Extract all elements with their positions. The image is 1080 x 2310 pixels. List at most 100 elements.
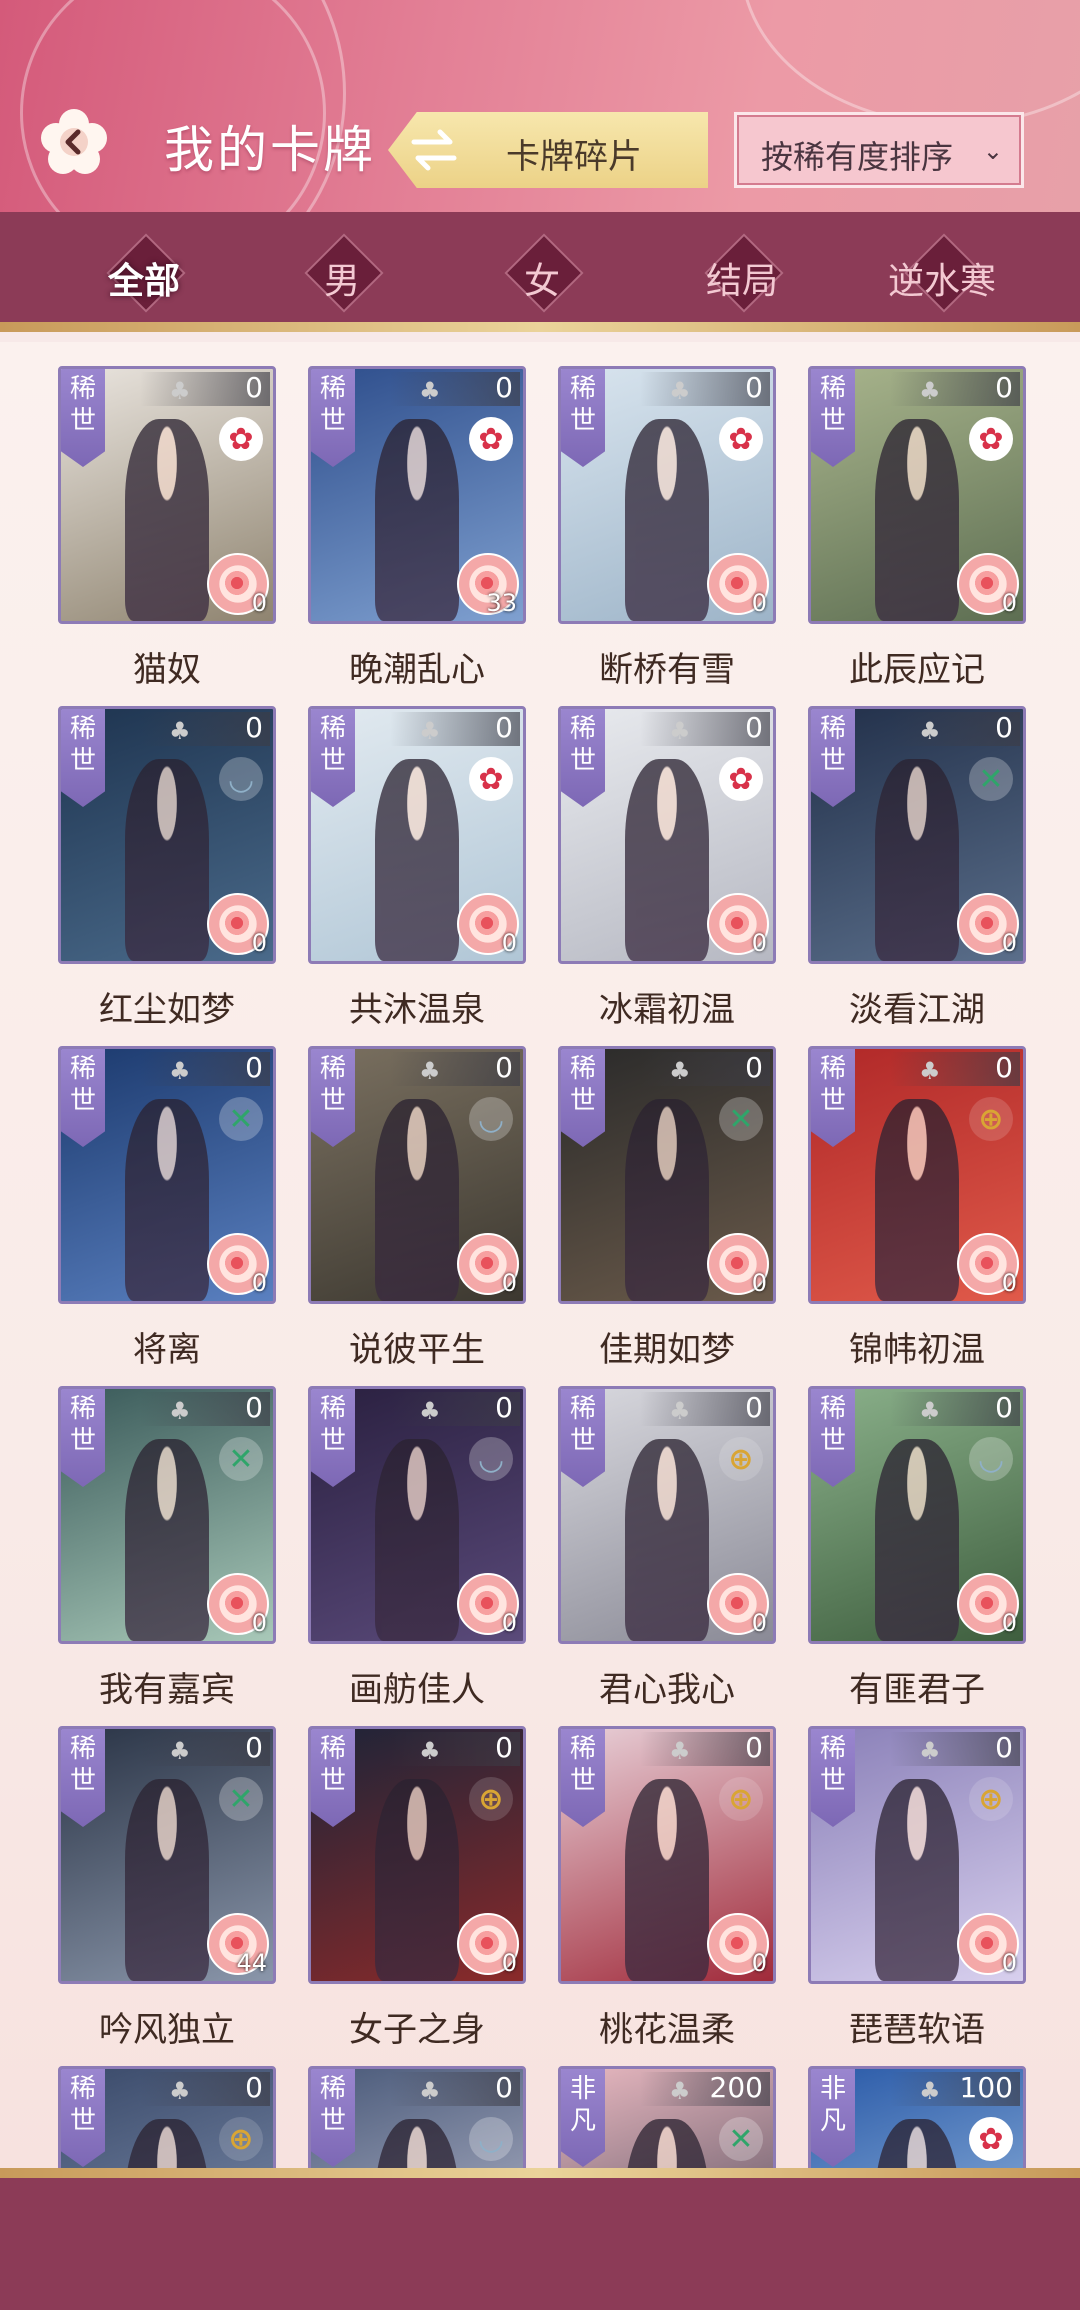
card-item[interactable]: 稀世 ♣ 0 ◡ [308,2066,526,2168]
card-count: 0 [745,371,763,404]
badge-count: 0 [1001,589,1017,617]
card-count: 0 [245,2071,263,2104]
tab-female[interactable]: 女 [462,230,622,313]
card-item[interactable]: 稀世 ♣ 0 ✿ 0 猫奴 [58,366,276,690]
card-grid: 稀世 ♣ 0 ✿ 0 猫奴 稀世 ♣ 0 ✿ 33 晚潮乱心 稀 世 ♣ 0 ✿… [0,342,1080,2168]
card-item[interactable]: 稀世 ♣ 0 ✿ 0 此辰应记 [808,366,1026,690]
card-art: 稀世 ♣ 0 ⊕ [58,2066,276,2168]
flower-element-icon: ✿ [469,757,513,801]
coin-element-icon: ⊕ [969,1097,1013,1141]
rarity-label: 稀世 [817,713,849,777]
rarity-char: 稀世 [319,1054,346,1116]
card-art: 稀世 ♣ 0 ✕ 0 [58,1046,276,1304]
tab-nishuihan[interactable]: 逆水寒 [862,230,1022,313]
card-item[interactable]: 稀世 ♣ 0 ✕ 0 将离 [58,1046,276,1370]
card-item[interactable]: 稀世 ♣ 0 ◡ 0 画舫佳人 [308,1386,526,1710]
character-illustration [624,759,710,961]
character-illustration [124,419,210,621]
tab-all[interactable]: 全部 [64,230,224,313]
club-icon: ♣ [669,377,691,405]
badge-count: 0 [501,929,517,957]
card-item[interactable]: 稀世 ♣ 0 ✿ 0 共沐温泉 [308,706,526,1030]
rarity-char: 稀世 [819,1734,846,1796]
card-name: 此辰应记 [849,650,985,690]
bow-element-icon: ✕ [719,1097,763,1141]
card-item[interactable]: 稀世 ♣ 0 ✿ 0 冰霜初温 [558,706,776,1030]
switch-arrows-icon [411,129,457,171]
chevron-down-icon: ⌄ [982,137,1003,165]
card-item[interactable]: 非凡 ♣ 200 ✕ [558,2066,776,2168]
tab-ending[interactable]: 结局 [662,230,822,313]
rarity-label: 稀世 [67,373,99,437]
badge-count: 0 [251,1269,267,1297]
badge-count: 0 [1001,1609,1017,1637]
card-name: 共沐温泉 [349,990,485,1030]
character-illustration [124,1779,210,1981]
flower-element-icon: ✿ [469,417,513,461]
card-item[interactable]: 稀世 ♣ 0 ⊕ 0 桃花温柔 [558,1726,776,2050]
sort-dropdown[interactable]: 按稀有度排序 ⌄ [734,112,1024,188]
card-count: 0 [245,1731,263,1764]
tab-male[interactable]: 男 [262,230,422,313]
card-item[interactable]: 稀世 ♣ 0 ⊕ [58,2066,276,2168]
club-icon: ♣ [669,1737,691,1765]
character-illustration [624,1439,710,1641]
bottom-bar [0,2168,1080,2310]
card-name: 锦帏初温 [849,1330,985,1370]
badge-count: 44 [236,1949,267,1977]
card-item[interactable]: 非凡 ♣ 100 ✿ [808,2066,1026,2168]
card-item[interactable]: 稀世 ♣ 0 ◡ 0 有匪君子 [808,1386,1026,1710]
card-art: 稀世 ♣ 0 ✕ 0 [58,1386,276,1644]
character-illustration [374,759,460,961]
rarity-char: 稀世 [69,374,96,436]
badge-count: 0 [501,1949,517,1977]
character-illustration [374,2119,460,2168]
club-icon: ♣ [169,1737,191,1765]
card-art: 稀世 ♣ 0 ◡ 0 [308,1046,526,1304]
card-name: 冰霜初温 [599,990,735,1030]
rarity-label: 稀世 [567,1393,599,1457]
rarity-char: 稀世 [819,714,846,776]
card-item[interactable]: 稀世 ♣ 0 ⊕ 0 锦帏初温 [808,1046,1026,1370]
flower-element-icon: ✿ [969,417,1013,461]
badge-count: 0 [251,929,267,957]
card-item[interactable]: 稀世 ♣ 0 ✿ 33 晚潮乱心 [308,366,526,690]
card-item[interactable]: 稀世 ♣ 0 ◡ 0 说彼平生 [308,1046,526,1370]
badge-count: 0 [1001,1949,1017,1977]
fan-element-icon: ◡ [469,1097,513,1141]
card-count: 0 [495,1391,513,1424]
rarity-char: 稀世 [69,1394,96,1456]
card-item[interactable]: 稀世 ♣ 0 ⊕ 0 君心我心 [558,1386,776,1710]
character-illustration [124,759,210,961]
card-item[interactable]: 稀世 ♣ 0 ⊕ 0 琵琶软语 [808,1726,1026,2050]
card-fragments-button[interactable]: 卡牌碎片 [388,112,708,188]
card-item[interactable]: 稀世 ♣ 0 ✕ 0 我有嘉宾 [58,1386,276,1710]
coin-element-icon: ⊕ [719,1437,763,1481]
card-art: 稀世 ♣ 0 ✕ 0 [558,1046,776,1304]
rarity-char: 稀世 [319,374,346,436]
coin-element-icon: ⊕ [219,2117,263,2161]
card-item[interactable]: 稀世 ♣ 0 ✕ 0 淡看江湖 [808,706,1026,1030]
character-illustration [374,419,460,621]
club-icon: ♣ [919,2077,941,2105]
character-illustration [124,2119,210,2168]
badge-count: 0 [501,1269,517,1297]
card-art: 稀世 ♣ 0 ⊕ 0 [558,1386,776,1644]
character-illustration [624,419,710,621]
card-item[interactable]: 稀世 ♣ 0 ✕ 0 佳期如梦 [558,1046,776,1370]
fan-element-icon: ◡ [219,757,263,801]
card-art: 非凡 ♣ 200 ✕ [558,2066,776,2168]
card-item[interactable]: 稀世 ♣ 0 ⊕ 0 女子之身 [308,1726,526,2050]
card-item[interactable]: 稀世 ♣ 0 ◡ 0 红尘如梦 [58,706,276,1030]
flower-element-icon: ✿ [719,757,763,801]
card-item[interactable]: 稀世 ♣ 0 ✿ 0 断桥有雪 [558,366,776,690]
rarity-label: 稀世 [817,373,849,437]
card-count: 0 [245,1051,263,1084]
header: 我的卡牌 卡牌碎片 按稀有度排序 ⌄ [0,0,1080,212]
card-item[interactable]: 稀世 ♣ 0 ✕ 44 吟风独立 [58,1726,276,2050]
card-name: 佳期如梦 [599,1330,735,1370]
rarity-label: 稀世 [317,1053,349,1117]
sort-label: 按稀有度排序 [761,138,954,176]
back-button[interactable] [36,104,112,180]
rarity-label: 稀世 [317,1733,349,1797]
